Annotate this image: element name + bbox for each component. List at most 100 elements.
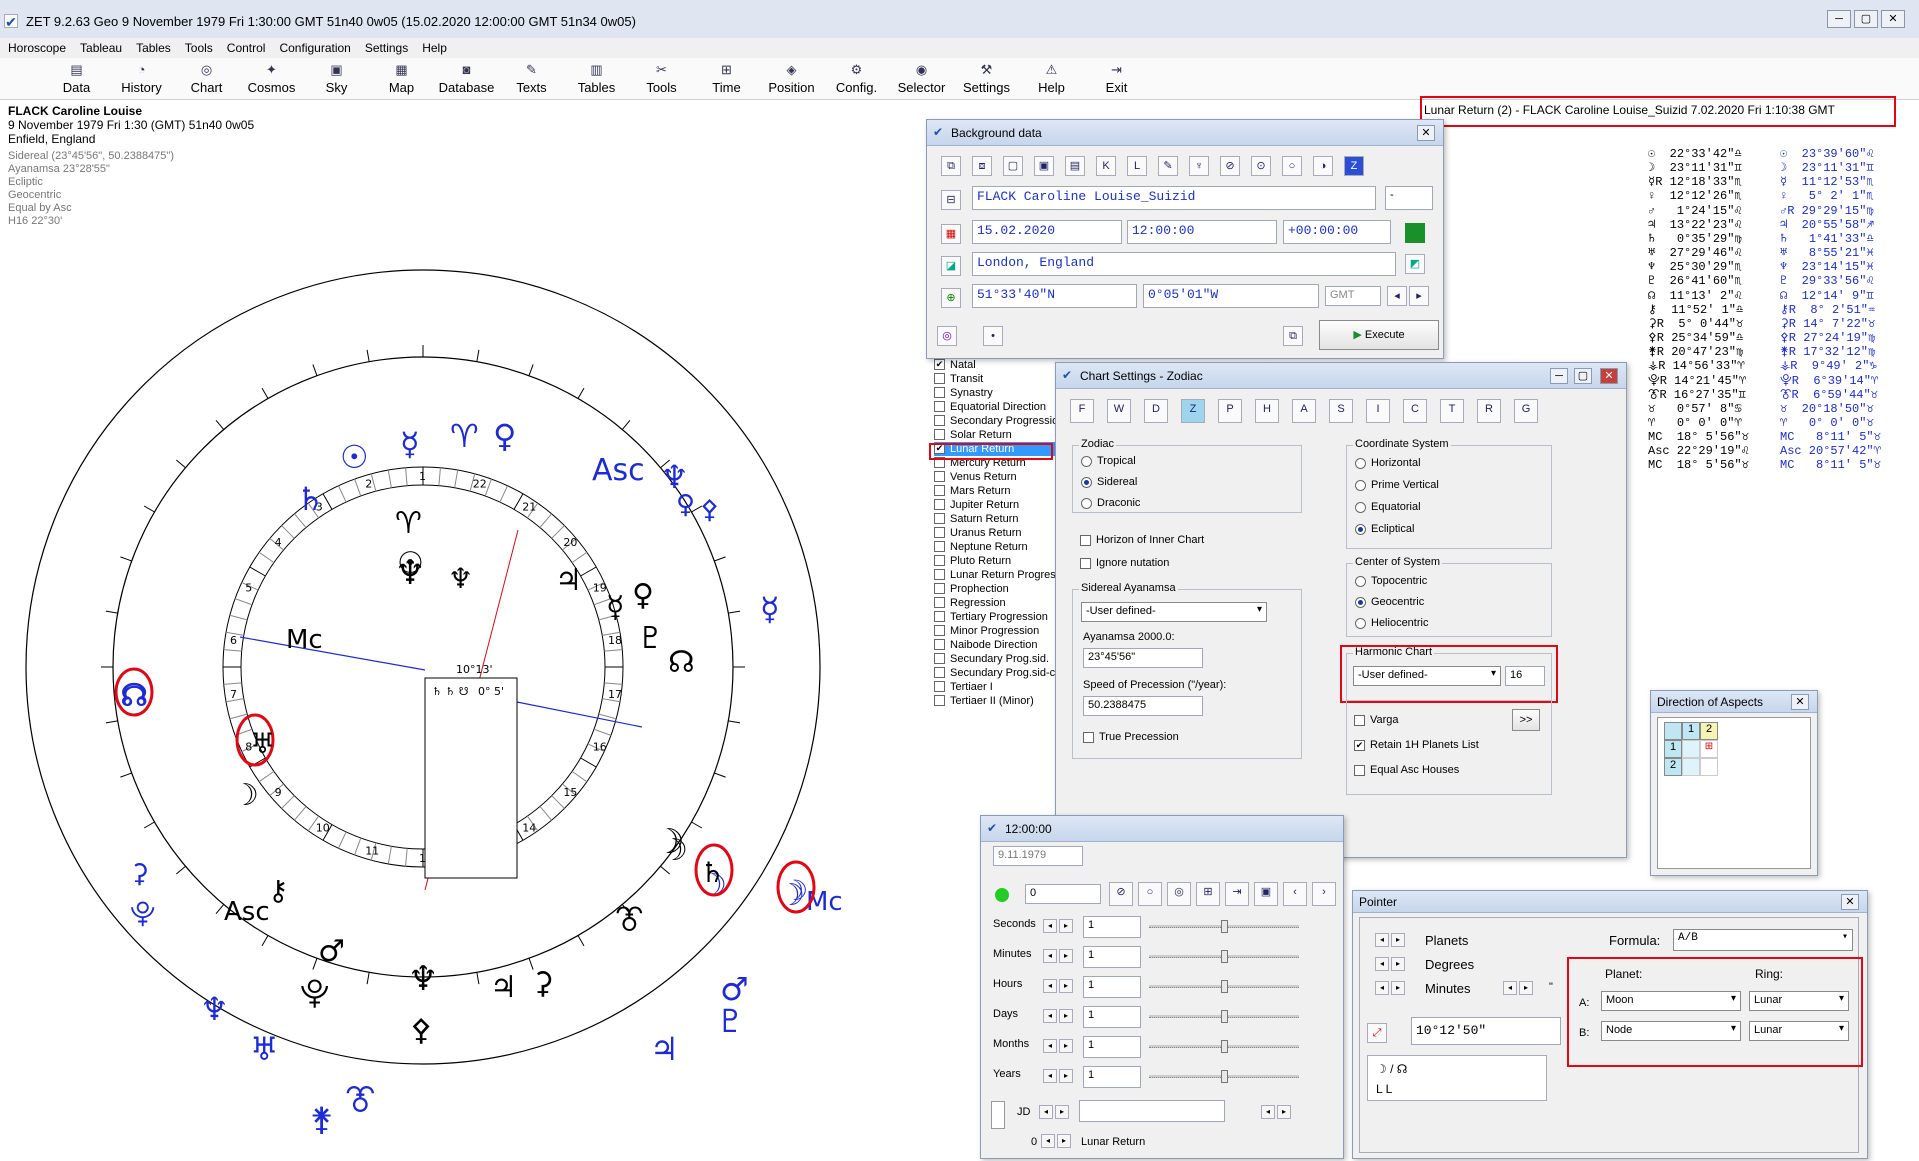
chart-type-checkbox[interactable]	[934, 625, 945, 636]
background-tool-icon[interactable]: ◑	[1313, 156, 1333, 176]
settings-tab-s[interactable]: S	[1329, 399, 1353, 423]
maximize-button[interactable]: ▢	[1574, 368, 1592, 384]
close-button[interactable]: ✕	[1791, 694, 1809, 710]
time-control-button[interactable]: ⊘	[1109, 882, 1133, 906]
chart-type-item[interactable]: Solar Return	[934, 428, 1064, 442]
equatorial-radio[interactable]	[1355, 502, 1366, 513]
jd-input[interactable]	[1079, 1100, 1225, 1122]
chart-type-checkbox[interactable]	[934, 373, 945, 384]
next-arrow-icon[interactable]: ▸	[1409, 286, 1429, 306]
chart-type-checkbox[interactable]	[934, 597, 945, 608]
ring-a-select[interactable]: Lunar	[1749, 991, 1849, 1011]
toolbar-sky-button[interactable]: ▣ Sky	[304, 58, 369, 99]
toolbar-time-button[interactable]: ⊞ Time	[694, 58, 759, 99]
wheel-icon[interactable]: ◎	[937, 326, 957, 346]
chart-type-checkbox[interactable]	[934, 569, 945, 580]
time-control-button[interactable]: ○	[1138, 882, 1162, 906]
ayanamsa-2000-input[interactable]: 23°45'56"	[1083, 648, 1203, 668]
topocentric-radio[interactable]	[1355, 576, 1366, 587]
background-tool-icon[interactable]: ○	[1282, 156, 1302, 176]
chart-type-item[interactable]: Secundary Prog.sid.	[934, 652, 1064, 666]
chart-type-checkbox[interactable]	[934, 387, 945, 398]
toolbar-exit-button[interactable]: ⇥ Exit	[1084, 58, 1149, 99]
toolbar-help-button[interactable]: ⚠ Help	[1019, 58, 1084, 99]
toolbar-config-button[interactable]: ⚙ Config.	[824, 58, 889, 99]
ring-b-select[interactable]: Lunar	[1749, 1021, 1849, 1041]
chart-type-checkbox[interactable]: ✔	[934, 359, 945, 370]
time-row-slider[interactable]	[1149, 1040, 1299, 1053]
decrement-button[interactable]: ◂	[1043, 919, 1057, 933]
time-control-button[interactable]: ›	[1312, 882, 1336, 906]
increment-button[interactable]: ▸	[1059, 1009, 1073, 1023]
menu-tableau[interactable]: Tableau	[80, 38, 122, 58]
horizon-checkbox[interactable]	[1080, 535, 1091, 546]
background-tool-icon[interactable]: L	[1127, 156, 1147, 176]
time-row-slider[interactable]	[1149, 1070, 1299, 1083]
settings-tab-f[interactable]: F	[1070, 399, 1094, 423]
aspect-cell-icon[interactable]: ⊞	[1700, 740, 1718, 758]
chart-type-item[interactable]: Secondary Progression	[934, 414, 1064, 428]
slider-thumb[interactable]	[1221, 920, 1228, 933]
toolbar-map-button[interactable]: ▦ Map	[369, 58, 434, 99]
ignore-nutation-checkbox[interactable]	[1080, 558, 1091, 569]
place-field[interactable]: London, England	[972, 252, 1396, 276]
background-tool-icon[interactable]: ♆	[1189, 156, 1209, 176]
slider-thumb[interactable]	[1221, 1070, 1228, 1083]
time-row-input[interactable]: 1	[1083, 1066, 1141, 1088]
menu-configuration[interactable]: Configuration	[279, 38, 350, 58]
close-button[interactable]: ✕	[1881, 10, 1905, 28]
close-button[interactable]: ✕	[1841, 894, 1859, 910]
toolbar-database-button[interactable]: ◙ Database	[434, 58, 499, 99]
astro-wheel-chart[interactable]: 12345678910111213141516171819202122 10°1…	[0, 110, 930, 1161]
background-tool-icon[interactable]: ⊘	[1220, 156, 1240, 176]
menu-settings[interactable]: Settings	[365, 38, 408, 58]
chart-type-checkbox[interactable]	[934, 513, 945, 524]
settings-tab-d[interactable]: D	[1144, 399, 1168, 423]
time-row-slider[interactable]	[1149, 920, 1299, 933]
chart-type-checkbox[interactable]	[934, 471, 945, 482]
latitude-field[interactable]: 51°33'40"N	[972, 284, 1137, 308]
geocentric-radio[interactable]	[1355, 597, 1366, 608]
chart-type-checkbox[interactable]	[934, 555, 945, 566]
toolbar-data-button[interactable]: ▤ Data	[44, 58, 109, 99]
toolbar-texts-button[interactable]: ✎ Texts	[499, 58, 564, 99]
time-control-button[interactable]: ⊞	[1196, 882, 1220, 906]
chart-type-item[interactable]: Pluto Return	[934, 554, 1064, 568]
close-button[interactable]: ✕	[1600, 368, 1618, 384]
longitude-field[interactable]: 0°05'01"W	[1143, 284, 1319, 308]
chart-type-checkbox[interactable]	[934, 485, 945, 496]
increment-button[interactable]: ▸	[1059, 979, 1073, 993]
settings-tab-i[interactable]: I	[1366, 399, 1390, 423]
chart-type-item[interactable]: Neptune Return	[934, 540, 1064, 554]
increment-button[interactable]: ▸	[1059, 949, 1073, 963]
ayanamsa-select[interactable]: -User defined-	[1081, 602, 1267, 622]
background-tool-icon[interactable]: ▤	[1065, 156, 1085, 176]
time-control-button[interactable]: ⇥	[1225, 882, 1249, 906]
copy-icon[interactable]: ⧉	[1283, 326, 1303, 346]
chart-type-item[interactable]: Uranus Return	[934, 526, 1064, 540]
date-field[interactable]: 15.02.2020	[972, 220, 1122, 244]
chart-type-checkbox[interactable]	[934, 681, 945, 692]
increment-button[interactable]: ▸	[1059, 1069, 1073, 1083]
toolbar-selector-button[interactable]: ◉ Selector	[889, 58, 954, 99]
settings-tab-a[interactable]: A	[1292, 399, 1316, 423]
slider-thumb[interactable]	[1221, 1010, 1228, 1023]
minimize-button[interactable]: ─	[1550, 368, 1568, 384]
background-tool-icon[interactable]: ✎	[1158, 156, 1178, 176]
menu-horoscope[interactable]: Horoscope	[8, 38, 66, 58]
timezone-field[interactable]: GMT	[1325, 286, 1381, 306]
prev-arrow-icon[interactable]: ◂	[1387, 286, 1407, 306]
time-row-input[interactable]: 1	[1083, 1006, 1141, 1028]
slider-thumb[interactable]	[1221, 950, 1228, 963]
menu-tables[interactable]: Tables	[136, 38, 171, 58]
time-control-button[interactable]: ‹	[1283, 882, 1307, 906]
background-tool-icon[interactable]: K	[1096, 156, 1116, 176]
time-row-input[interactable]: 1	[1083, 946, 1141, 968]
chart-type-item[interactable]: Secundary Prog.sid-c	[934, 666, 1064, 680]
chart-type-item[interactable]: Lunar Return Progress	[934, 568, 1064, 582]
time-control-button[interactable]: ▣	[1254, 882, 1278, 906]
start-indicator[interactable]	[995, 888, 1009, 902]
time-control-button[interactable]: ◎	[1167, 882, 1191, 906]
increment-button[interactable]: ▸	[1059, 1039, 1073, 1053]
time-row-input[interactable]: 1	[1083, 976, 1141, 998]
